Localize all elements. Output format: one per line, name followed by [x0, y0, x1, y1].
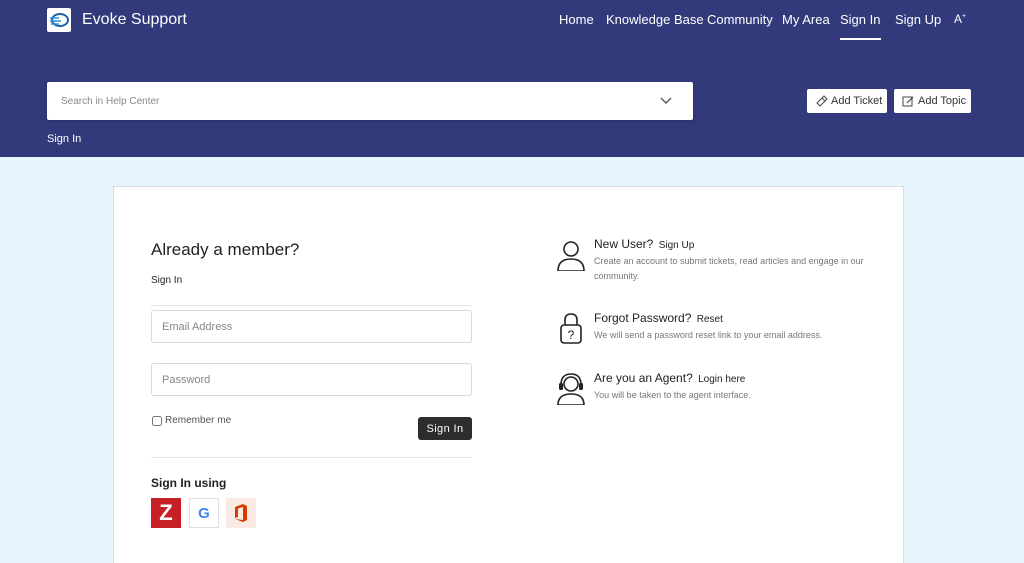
office-logo-icon [235, 504, 247, 522]
email-field[interactable] [151, 310, 472, 343]
nav-my-area[interactable]: My Area [782, 12, 830, 40]
lock-icon: ? [560, 313, 582, 344]
reset-link[interactable]: Reset [697, 314, 723, 325]
google-icon[interactable]: G [189, 498, 219, 528]
sign-in-button[interactable]: Sign In [418, 417, 472, 440]
evoke-logo-icon[interactable] [47, 8, 71, 32]
chevron-down-icon[interactable] [659, 94, 673, 108]
forgot-password-description: We will send a password reset link to yo… [594, 330, 823, 340]
headset-icon [557, 373, 585, 405]
add-ticket-label: Add Ticket [831, 95, 883, 107]
nav-home[interactable]: Home [559, 12, 594, 40]
brand-name[interactable]: Evoke Support [82, 11, 187, 29]
google-letter: G [198, 504, 210, 522]
search-input[interactable] [47, 82, 647, 120]
login-subtitle: Sign In [151, 275, 183, 286]
new-user-description: Create an account to submit tickets, rea… [594, 256, 864, 281]
add-topic-button[interactable]: Add Topic [894, 89, 971, 113]
forgot-password-block: ? Forgot Password? Reset We will send a … [554, 311, 894, 351]
nav-knowledge-base[interactable]: Knowledge Base [606, 12, 704, 40]
agent-heading: Are you an Agent? Login here [594, 371, 746, 385]
agent-block: Are you an Agent? Login here You will be… [554, 371, 894, 411]
search-box [47, 82, 693, 120]
zoho-letter: Z [159, 500, 173, 525]
sign-up-link[interactable]: Sign Up [659, 240, 695, 251]
forgot-password-heading: Forgot Password? Reset [594, 311, 723, 325]
divider [151, 305, 472, 306]
remember-me-checkbox[interactable] [152, 415, 162, 426]
zoho-icon[interactable]: Z [151, 498, 181, 528]
new-user-block: New User? Sign Up Create an account to s… [554, 237, 894, 287]
svg-text:?: ? [568, 328, 575, 342]
ticket-icon [816, 94, 828, 107]
remember-me[interactable]: Remember me [151, 415, 231, 426]
agent-login-link[interactable]: Login here [698, 374, 745, 385]
sign-in-using-label: Sign In using [151, 476, 227, 490]
font-size-icon[interactable]: A+ [954, 12, 966, 26]
remember-me-label: Remember me [165, 415, 232, 426]
password-field[interactable] [151, 363, 472, 396]
new-user-heading: New User? Sign Up [594, 237, 695, 251]
nav-sign-up[interactable]: Sign Up [895, 12, 941, 40]
nav-community[interactable]: Community [707, 12, 773, 40]
login-title: Already a member? [151, 240, 300, 259]
agent-description: You will be taken to the agent interface… [594, 390, 751, 400]
header: Evoke Support Home Knowledge Base Commun… [0, 0, 1024, 157]
add-ticket-button[interactable]: Add Ticket [807, 89, 887, 113]
add-topic-label: Add Topic [918, 95, 967, 107]
edit-icon [902, 96, 914, 106]
sign-in-card: Already a member? Sign In Remember me Si… [113, 186, 904, 563]
user-icon [557, 241, 585, 271]
breadcrumb: Sign In [47, 133, 82, 145]
office-icon[interactable] [226, 498, 256, 528]
divider [151, 457, 472, 458]
nav-sign-in[interactable]: Sign In [840, 12, 881, 40]
